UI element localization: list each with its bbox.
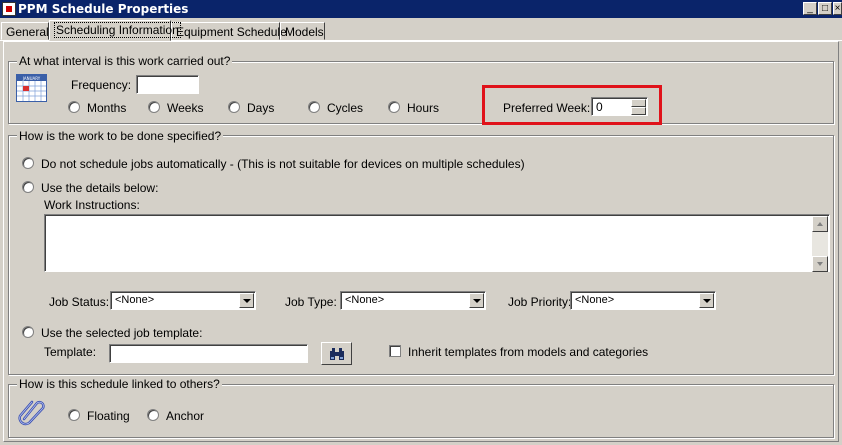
no-auto-schedule-label: Do not schedule jobs automatically - (Th… xyxy=(41,157,525,171)
scrollbar[interactable] xyxy=(812,216,828,272)
preferred-week-highlight xyxy=(482,85,662,125)
job-status-select[interactable]: <None> xyxy=(110,291,256,310)
job-type-select[interactable]: <None> xyxy=(340,291,486,310)
tab-label: Scheduling Information xyxy=(54,22,181,38)
linking-legend: How is this schedule linked to others? xyxy=(17,377,222,391)
maximize-button[interactable]: □ xyxy=(818,2,832,15)
chevron-down-icon[interactable] xyxy=(699,293,714,308)
window-title: PPM Schedule Properties xyxy=(18,2,189,16)
calendar-month-text: JANUARY xyxy=(22,76,41,81)
interval-legend: At what interval is this work carried ou… xyxy=(17,54,233,68)
binoculars-icon xyxy=(330,348,344,360)
job-status-label: Job Status: xyxy=(49,295,110,309)
tab-label: Equipment Schedule xyxy=(176,25,287,39)
job-priority-value: <None> xyxy=(575,294,615,306)
tab-models[interactable]: Models xyxy=(280,22,325,40)
job-priority-label: Job Priority: xyxy=(508,295,572,309)
weeks-label: Weeks xyxy=(167,101,204,115)
anchor-label: Anchor xyxy=(166,409,205,423)
job-priority-select[interactable]: <None> xyxy=(570,291,716,310)
job-status-value: <None> xyxy=(115,294,155,306)
days-label: Days xyxy=(247,101,275,115)
minimize-button[interactable]: _ xyxy=(803,2,817,15)
hours-label: Hours xyxy=(407,101,440,115)
months-label: Months xyxy=(87,101,127,115)
job-type-label: Job Type: xyxy=(285,295,337,309)
tab-label: Models xyxy=(285,25,324,39)
linking-group xyxy=(8,384,834,438)
frequency-label: Frequency: xyxy=(71,78,132,92)
inherit-templates-label: Inherit templates from models and catego… xyxy=(408,345,649,359)
days-radio[interactable] xyxy=(228,101,240,113)
tab-general[interactable]: General xyxy=(1,22,49,40)
cycles-radio[interactable] xyxy=(308,101,320,113)
floating-radio[interactable] xyxy=(68,409,80,421)
job-type-value: <None> xyxy=(345,294,385,306)
close-button[interactable]: × xyxy=(833,2,842,15)
tab-equipment-schedule[interactable]: Equipment Schedule xyxy=(171,22,287,40)
work-legend: How is the work to be done specified? xyxy=(17,129,224,143)
cycles-label: Cycles xyxy=(327,101,364,115)
use-details-label: Use the details below: xyxy=(41,181,159,195)
work-instructions-textarea[interactable] xyxy=(44,214,830,272)
use-template-radio[interactable] xyxy=(22,326,34,338)
months-radio[interactable] xyxy=(68,101,80,113)
chevron-down-icon[interactable] xyxy=(469,293,484,308)
weeks-radio[interactable] xyxy=(148,101,160,113)
scroll-down-icon[interactable] xyxy=(812,256,828,272)
use-details-radio[interactable] xyxy=(22,181,34,193)
floating-label: Floating xyxy=(87,409,130,423)
title-bar: PPM Schedule Properties _ □ × xyxy=(0,0,842,18)
app-icon xyxy=(2,2,16,16)
template-search-button[interactable] xyxy=(321,342,352,365)
template-input[interactable] xyxy=(109,344,308,363)
tab-scheduling-information[interactable]: Scheduling Information xyxy=(49,20,181,41)
hours-radio[interactable] xyxy=(388,101,400,113)
calendar-icon: JANUARY xyxy=(16,74,47,102)
chevron-down-icon[interactable] xyxy=(239,293,254,308)
anchor-radio[interactable] xyxy=(147,409,159,421)
no-auto-schedule-radio[interactable] xyxy=(22,157,34,169)
frequency-input[interactable] xyxy=(136,75,199,94)
scroll-up-icon[interactable] xyxy=(812,216,828,232)
inherit-templates-checkbox[interactable] xyxy=(389,345,401,357)
use-template-label: Use the selected job template: xyxy=(41,326,203,340)
work-instructions-label: Work Instructions: xyxy=(44,198,140,212)
tab-label: General xyxy=(6,25,49,39)
template-label: Template: xyxy=(44,345,97,359)
paperclip-icon xyxy=(15,395,47,427)
